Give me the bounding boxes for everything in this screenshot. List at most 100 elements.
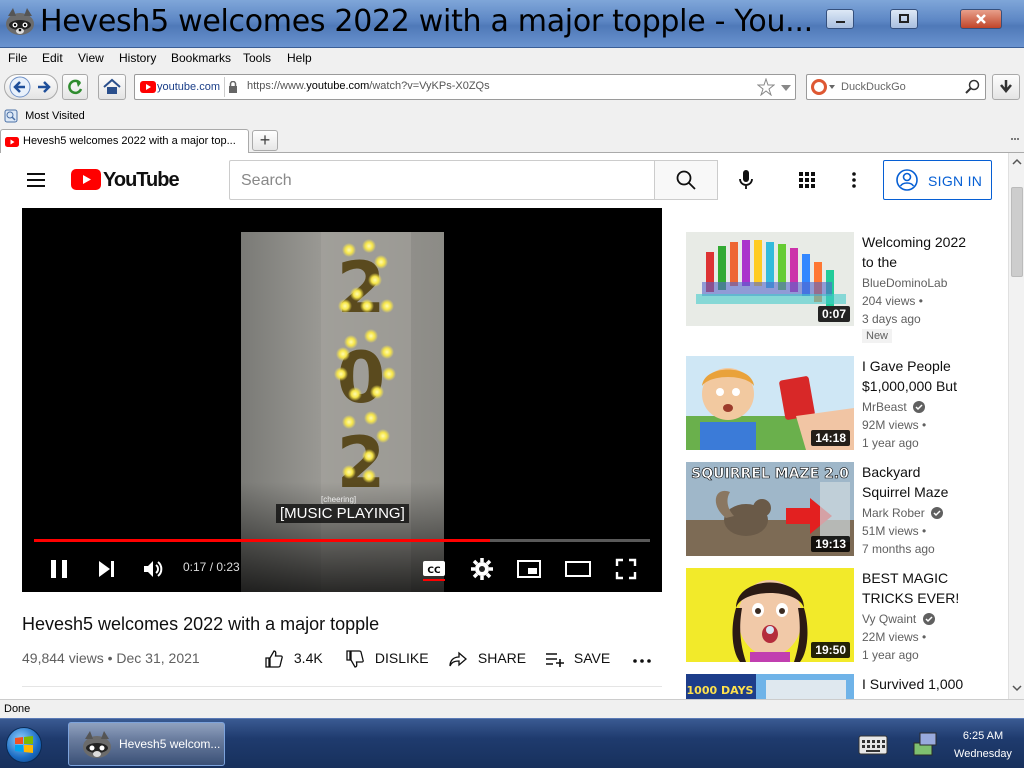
hamburger-menu-icon[interactable] (24, 168, 48, 192)
save-button[interactable]: SAVE (544, 649, 610, 669)
verified-badge-icon (922, 613, 935, 625)
url-dropdown-icon[interactable] (780, 83, 792, 93)
page-scrollbar[interactable] (1008, 153, 1024, 699)
menu-view[interactable]: View (78, 51, 104, 65)
reload-button[interactable] (62, 74, 88, 100)
recommendation-title[interactable]: BEST MAGIC TRICKS EVER! (862, 568, 972, 608)
video-duration: 19:13 (811, 536, 850, 552)
recommendation-item[interactable]: 19:50 BEST MAGIC TRICKS EVER! Vy Qwaint … (686, 568, 986, 668)
miniplayer-icon[interactable] (516, 557, 542, 581)
search-icon[interactable] (965, 79, 981, 95)
site-domain: youtube.com (157, 81, 220, 93)
home-button[interactable] (98, 74, 126, 100)
minimize-button[interactable] (826, 9, 854, 29)
recommendation-channel[interactable]: Vy Qwaint (862, 612, 935, 626)
menu-bar: File Edit View History Bookmarks Tools H… (0, 48, 1024, 68)
more-options-icon[interactable] (851, 171, 857, 189)
new-tab-button[interactable]: + (252, 130, 278, 151)
back-forward-group (4, 74, 58, 100)
menu-history[interactable]: History (119, 51, 156, 65)
scroll-up-icon[interactable] (1010, 155, 1024, 169)
recommendation-title[interactable]: I Gave People $1,000,000 But (862, 356, 972, 396)
taskbar-browser-item[interactable]: Hevesh5 welcom... (68, 722, 225, 766)
recommendation-age: 7 months ago (862, 542, 935, 556)
settings-gear-icon[interactable] (470, 557, 494, 581)
divider (22, 686, 662, 687)
menu-bookmarks[interactable]: Bookmarks (171, 51, 231, 65)
recommendation-item[interactable]: SQUIRREL MAZE 2.0 19:13 Backyard Squirre… (686, 462, 986, 562)
recommendation-thumbnail[interactable]: 1000 DAYS (686, 674, 854, 699)
next-icon[interactable] (94, 557, 118, 581)
youtube-search-placeholder: Search (241, 172, 292, 189)
menu-file[interactable]: File (8, 51, 27, 65)
video-views-date: 49,844 views • Dec 31, 2021 (22, 650, 200, 666)
apps-grid-icon[interactable] (798, 171, 816, 189)
url-bar[interactable]: youtube.com https://www.youtube.com/watc… (134, 74, 796, 100)
tab-overflow-icon[interactable] (1010, 134, 1020, 144)
recommendation-thumbnail[interactable]: 0:07 (686, 232, 854, 326)
theater-mode-icon[interactable] (564, 557, 592, 581)
bookmarks-toolbar: Most Visited (0, 106, 1024, 126)
time-display: 0:17 / 0:23 (183, 560, 240, 574)
more-actions-icon[interactable] (632, 658, 652, 664)
bookmark-folder-icon (4, 109, 18, 123)
youtube-search-button[interactable] (654, 160, 718, 200)
menu-help[interactable]: Help (287, 51, 312, 65)
search-bar[interactable]: DuckDuckGo (806, 74, 986, 100)
taskbar-item-label: Hevesh5 welcom... (119, 737, 221, 751)
sign-in-button[interactable]: SIGN IN (883, 160, 992, 200)
site-identity[interactable]: youtube.com (137, 77, 237, 97)
recommendation-item[interactable]: 1000 DAYS I Survived 1,000 (686, 674, 986, 699)
video-duration: 19:50 (811, 642, 850, 658)
fullscreen-icon[interactable] (614, 557, 638, 581)
recommendation-title[interactable]: Backyard Squirrel Maze (862, 462, 972, 502)
recommendation-channel[interactable]: MrBeast (862, 400, 926, 414)
system-clock[interactable]: 6:25 AM Wednesday (946, 727, 1020, 763)
back-icon[interactable] (7, 75, 33, 99)
microphone-icon[interactable] (736, 168, 756, 192)
lock-icon (228, 81, 237, 93)
tab-youtube-video[interactable]: Hevesh5 welcomes 2022 with a major top..… (0, 129, 249, 153)
close-button[interactable] (960, 9, 1002, 29)
recommendation-channel[interactable]: BlueDominoLab (862, 276, 947, 290)
recommendation-title[interactable]: I Survived 1,000 (862, 674, 972, 694)
progress-bar[interactable] (34, 539, 650, 542)
like-button[interactable]: 3.4K (264, 649, 323, 669)
menu-tools[interactable]: Tools (243, 51, 271, 65)
home-icon (103, 78, 121, 94)
recommendation-channel[interactable]: Mark Rober (862, 506, 944, 520)
scroll-down-icon[interactable] (1010, 681, 1024, 695)
recommendation-thumbnail[interactable]: 14:18 (686, 356, 854, 450)
most-visited-bookmark[interactable]: Most Visited (4, 109, 85, 123)
verified-badge-icon (913, 401, 926, 413)
dislike-label: DISLIKE (374, 649, 429, 666)
scrollbar-thumb[interactable] (1011, 187, 1023, 277)
forward-icon[interactable] (33, 75, 57, 99)
network-icon[interactable] (910, 729, 940, 759)
start-button[interactable] (6, 727, 42, 763)
recommendation-item[interactable]: 0:07 Welcoming 2022 to the BlueDominoLab… (686, 232, 986, 343)
raccoon-icon (83, 731, 111, 758)
keyboard-icon[interactable] (858, 732, 888, 756)
pause-button-icon[interactable] (47, 557, 71, 581)
downloads-button[interactable] (992, 74, 1020, 100)
dislike-button[interactable]: DISLIKE (345, 649, 429, 669)
status-text: Done (4, 703, 31, 715)
recommendation-title[interactable]: Welcoming 2022 to the (862, 232, 972, 272)
restore-button[interactable] (890, 9, 918, 29)
share-button[interactable]: SHARE (448, 649, 526, 669)
recommendation-views: 51M views • (862, 524, 927, 538)
menu-edit[interactable]: Edit (42, 51, 63, 65)
clock-day: Wednesday (954, 748, 1012, 760)
url-text[interactable]: https://www.youtube.com/watch?v=VyKPs-X0… (247, 80, 490, 92)
recommendation-item[interactable]: 14:18 I Gave People $1,000,000 But MrBea… (686, 356, 986, 456)
bookmark-star-icon[interactable] (757, 78, 775, 96)
youtube-logo[interactable]: YouTube (71, 169, 180, 191)
video-player[interactable]: 2 0 2 [cheering] [MUSIC PLAYING] 0:17 / … (22, 208, 662, 592)
youtube-search-input[interactable]: Search (229, 160, 655, 200)
recommendation-thumbnail[interactable]: SQUIRREL MAZE 2.0 19:13 (686, 462, 854, 556)
recommendation-thumbnail[interactable]: 19:50 (686, 568, 854, 662)
volume-icon[interactable] (141, 557, 165, 581)
window-title-bar[interactable]: Hevesh5 welcomes 2022 with a major toppl… (0, 0, 1024, 48)
subtitles-button[interactable]: CC (421, 557, 447, 581)
